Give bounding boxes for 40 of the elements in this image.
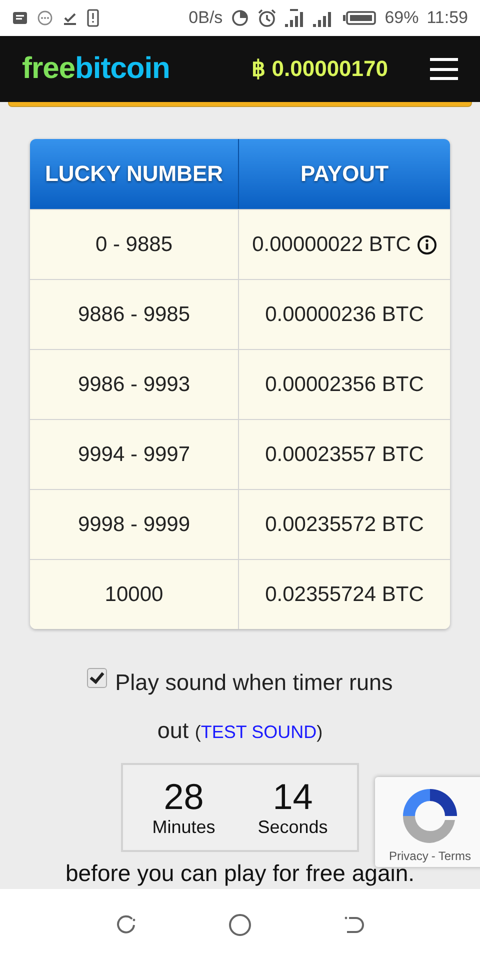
sound-option-label: Play sound when timer runs out (TEST SOUND) — [115, 670, 393, 743]
timer-value: 14 — [272, 778, 313, 816]
battery-icon — [342, 10, 377, 26]
checkbox[interactable] — [87, 668, 108, 688]
payout-cell: 0.00023557 BTC — [265, 442, 424, 466]
notification-icon — [12, 10, 28, 26]
freebitcoin-logo[interactable]: freebitcoin — [22, 52, 170, 86]
battery-level: 69% — [384, 8, 419, 28]
timer-unit-label: Minutes — [152, 816, 216, 838]
lucky-number-cell: 9998 - 9999 — [78, 512, 190, 536]
column-header: LUCKY NUMBER — [44, 160, 224, 188]
alarm-icon — [256, 8, 277, 28]
payout-cell: 0.00000022 BTC — [252, 232, 411, 256]
payout-cell: 0.00002356 BTC — [265, 372, 424, 396]
footer-text: before you can play for free again. — [64, 860, 415, 887]
recaptcha-logo-icon — [401, 787, 459, 845]
recent-apps-icon[interactable] — [115, 914, 138, 936]
payout-cell: 0.00000236 BTC — [265, 302, 424, 326]
menu-icon[interactable] — [430, 58, 458, 80]
info-icon[interactable] — [416, 234, 437, 254]
lucky-number-cell: 9886 - 9985 — [78, 302, 190, 326]
balance: ฿ 0.00000170 — [252, 56, 388, 82]
timer-value: 28 — [164, 778, 204, 816]
terms-link[interactable]: Terms — [438, 849, 471, 863]
privacy-link[interactable]: Privacy — [388, 849, 428, 863]
timer-unit-label: Seconds — [258, 816, 328, 838]
separator: - — [431, 849, 436, 863]
data-saver-icon — [230, 9, 249, 27]
test-sound-link[interactable]: TEST SOUND — [200, 722, 317, 742]
clock-time: 11:59 — [426, 8, 468, 28]
payout-cell: 0.00235572 BTC — [265, 512, 424, 536]
message-icon — [37, 10, 53, 26]
network-speed: 0B/s — [188, 8, 223, 28]
home-icon[interactable] — [228, 912, 252, 936]
phone-alert-icon — [87, 9, 99, 27]
lucky-number-cell: 9994 - 9997 — [78, 442, 190, 466]
lucky-number-cell: 10000 — [104, 582, 164, 606]
payout-cell: 0.02355724 BTC — [265, 582, 424, 606]
lucky-number-cell: 0 - 9885 — [95, 232, 173, 256]
lucky-number-cell: 9986 - 9993 — [78, 372, 190, 396]
